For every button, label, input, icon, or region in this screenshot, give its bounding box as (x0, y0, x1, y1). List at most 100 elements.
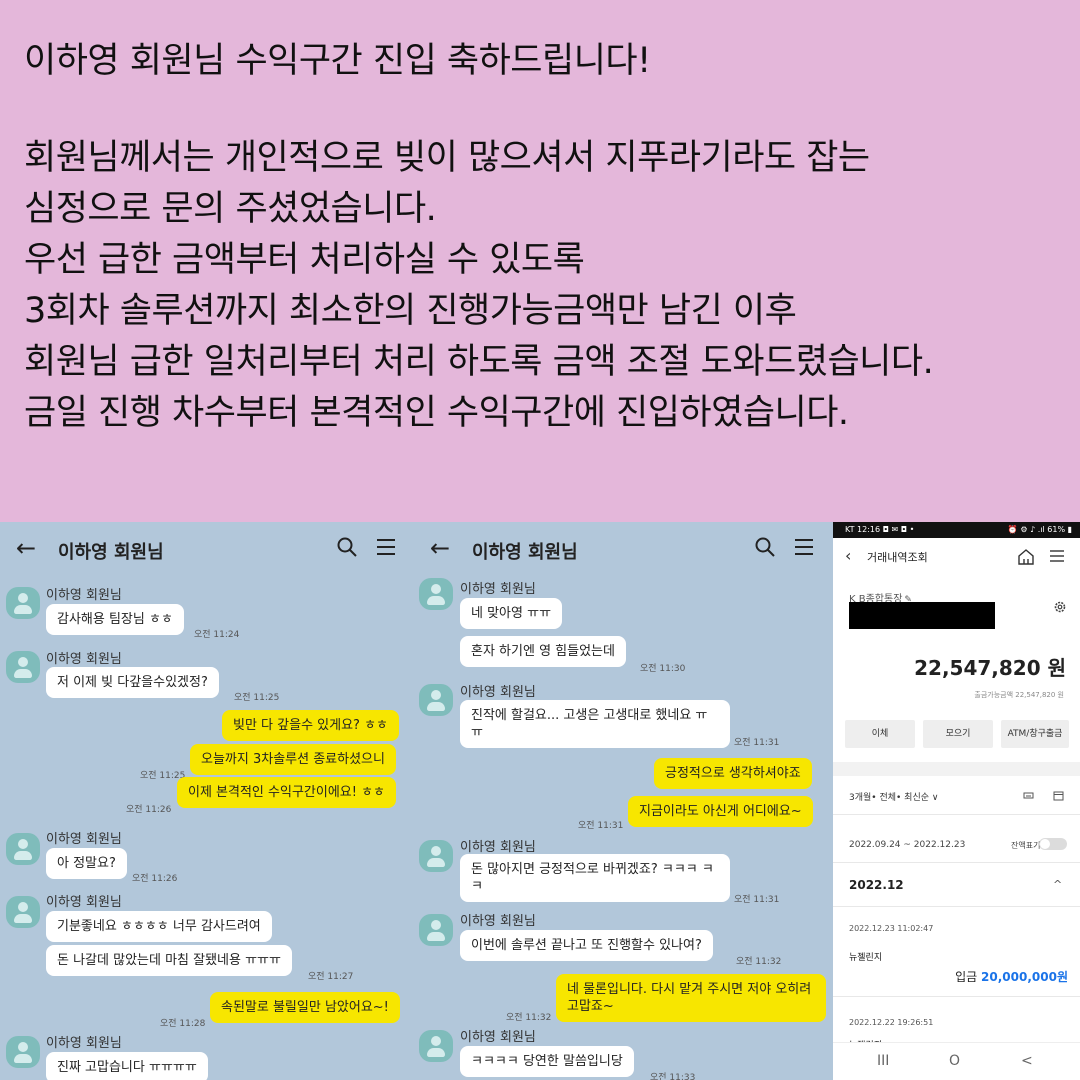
message-bubble-mine: 이제 본격적인 수익구간이에요! ㅎㅎ (177, 777, 397, 808)
sender-name: 이하영 회원님 (460, 582, 536, 597)
search-icon[interactable] (336, 536, 358, 558)
message-bubble-mine: 빚만 다 갚을수 있게요? ㅎㅎ (222, 710, 399, 741)
announcement-line: 회원님 급한 일처리부터 처리 하도록 금액 조절 도와드렸습니다. (24, 342, 934, 382)
calendar-icon[interactable] (1053, 790, 1064, 801)
message-time: 오전 11:31 (578, 821, 624, 831)
divider (833, 814, 1080, 815)
message-bubble: 진짜 고맙습니다 ㅠㅠㅠㅠ (46, 1052, 208, 1080)
message-time: 오전 11:26 (132, 874, 178, 884)
back-arrow-icon[interactable]: ← (16, 534, 36, 562)
chat-header: ← 이하영 회원님 (414, 522, 833, 578)
message-bubble: 진작에 할걸요... 고생은 고생대로 했네요 ㅠㅠ (460, 700, 730, 748)
sender-name: 이하영 회원님 (46, 1036, 122, 1051)
bank-nav-bar: ‹ 거래내역조회 (833, 538, 1080, 574)
message-bubble: ㅋㅋㅋㅋ 당연한 말씀입니당 (460, 1046, 634, 1077)
sender-name: 이하영 회원님 (460, 685, 536, 700)
message-time: 오전 11:24 (194, 630, 240, 640)
back-arrow-icon[interactable]: ← (430, 534, 450, 562)
status-left: KT 12:16 ◘ ✉ ◘ • (845, 525, 915, 534)
message-bubble-mine: 지금이라도 아신게 어디에요~ (628, 796, 813, 827)
account-actions: 이체 모으기 ATM/창구출금 (845, 720, 1069, 748)
page-title: 거래내역조회 (867, 551, 928, 564)
message-bubble-mine: 속된말로 불릴일만 남았어요~! (210, 992, 400, 1023)
sender-name: 이하영 회원님 (460, 1030, 536, 1045)
section-divider (833, 762, 1080, 776)
message-time: 오전 11:28 (160, 1019, 206, 1029)
account-balance: 22,547,820 원 (914, 656, 1066, 680)
message-bubble: 기분좋네요 ㅎㅎㅎㅎ 너무 감사드려여 (46, 911, 272, 942)
message-time: 오전 11:26 (126, 805, 172, 815)
message-bubble: 저 이제 빚 다갚을수있겠정? (46, 667, 219, 698)
redacted-account-number (849, 602, 995, 629)
message-bubble: 혼자 하기엔 영 힘들었는데 (460, 636, 626, 667)
collect-button[interactable]: 모으기 (923, 720, 993, 748)
avatar[interactable] (6, 1036, 40, 1068)
message-bubble: 돈 많아지면 긍정적으로 바뀌겠죠? ㅋㅋㅋ ㅋㅋ (460, 854, 730, 902)
avatar[interactable] (419, 684, 453, 716)
avatar[interactable] (419, 1030, 453, 1062)
message-time: 오전 11:32 (736, 957, 782, 967)
avatar[interactable] (419, 840, 453, 872)
back-button[interactable]: < (1021, 1053, 1033, 1069)
message-bubble: 이번에 솔루션 끝나고 또 진행할수 있나여? (460, 930, 713, 961)
month-header: 2022.12 (849, 878, 904, 892)
gear-icon[interactable] (1053, 600, 1067, 614)
avatar[interactable] (6, 896, 40, 928)
divider (833, 906, 1080, 907)
message-bubble-mine: 긍정적으로 생각하셔야죠 (654, 758, 812, 789)
transaction-type: 입금 (955, 970, 978, 984)
search-icon[interactable] (754, 536, 776, 558)
android-nav-bar: III O < (833, 1042, 1080, 1080)
message-time: 오전 11:25 (234, 693, 280, 703)
message-bubble-mine: 오늘까지 3차솔루션 종료하셨으니 (190, 744, 396, 775)
menu-icon[interactable] (794, 538, 814, 556)
avatar[interactable] (6, 833, 40, 865)
chevron-up-icon[interactable]: ^ (1053, 878, 1062, 891)
filter-dropdown[interactable]: 3개월• 전체• 최신순 ∨ (849, 790, 938, 803)
transaction-amount-value: 20,000,000원 (981, 970, 1068, 984)
avatar[interactable] (419, 578, 453, 610)
transaction-name: 뉴젤린지 (849, 953, 883, 963)
home-button[interactable]: O (949, 1053, 960, 1069)
message-time: 오전 11:32 (506, 1013, 552, 1023)
message-bubble: 감사해용 팀장님 ㅎㅎ (46, 604, 184, 635)
announcement-line: 금일 진행 차수부터 본격적인 수익구간에 진입하였습니다. (24, 393, 849, 433)
announcement-line: 3회차 솔루션까지 최소한의 진행가능금액만 남긴 이후 (24, 291, 797, 331)
chat-screenshot-middle: ← 이하영 회원님 이하영 회원님 네 맞아영 ㅠㅠ 혼자 하기엔 영 힘들었는… (414, 522, 833, 1080)
menu-icon[interactable] (1049, 549, 1065, 563)
message-list: 이하영 회원님 네 맞아영 ㅠㅠ 혼자 하기엔 영 힘들었는데 오전 11:30… (414, 578, 833, 1080)
chat-room-title: 이하영 회원님 (58, 542, 164, 563)
avatar[interactable] (419, 914, 453, 946)
chat-header: ← 이하영 회원님 (0, 522, 414, 578)
bank-app-screenshot: KT 12:16 ◘ ✉ ◘ • ⏰ ⚙ ♪ .ıl 61% ▮ ‹ 거래내역조… (833, 522, 1080, 1080)
message-bubble: 돈 나갈데 많았는데 마침 잘됐네용 ㅠㅠㅠ (46, 945, 292, 976)
date-range: 2022.09.24 ~ 2022.12.23 (849, 840, 966, 850)
sender-name: 이하영 회원님 (46, 895, 122, 910)
sender-name: 이하영 회원님 (46, 832, 122, 847)
chevron-left-icon[interactable]: ‹ (845, 546, 851, 565)
transaction-date: 2022.12.22 19:26:51 (849, 1018, 934, 1027)
avatar[interactable] (6, 587, 40, 619)
message-time: 오전 11:31 (734, 895, 780, 905)
print-icon[interactable] (1023, 790, 1034, 801)
atm-withdraw-button[interactable]: ATM/창구출금 (1001, 720, 1069, 748)
sender-name: 이하영 회원님 (460, 914, 536, 929)
announcement-header: 이하영 회원님 수익구간 진입 축하드립니다! 회원님께서는 개인적으로 빚이 … (0, 0, 1080, 522)
message-time: 오전 11:33 (650, 1073, 696, 1080)
sender-name: 이하영 회원님 (460, 840, 536, 855)
message-list: 이하영 회원님 감사해용 팀장님 ㅎㅎ 오전 11:24 이하영 회원님 저 이… (0, 578, 414, 1080)
divider (833, 862, 1080, 863)
message-bubble: 아 정말요? (46, 848, 127, 879)
announcement-body: 회원님께서는 개인적으로 빚이 많으셔서 지푸라기라도 잡는 심정으로 문의 주… (24, 133, 934, 439)
recent-apps-button[interactable]: III (877, 1053, 889, 1069)
message-bubble: 네 맞아영 ㅠㅠ (460, 598, 563, 629)
message-time: 오전 11:27 (308, 972, 354, 982)
home-icon[interactable] (1017, 548, 1035, 566)
transaction-amount: 입금 20,000,000원 (955, 968, 1068, 985)
avatar[interactable] (6, 651, 40, 683)
message-time: 오전 11:30 (640, 664, 686, 674)
balance-toggle[interactable] (1039, 838, 1067, 850)
transfer-button[interactable]: 이체 (845, 720, 915, 748)
message-bubble-mine: 네 물론입니다. 다시 맡겨 주시면 저야 오히려 고맙죠~ (556, 974, 826, 1022)
menu-icon[interactable] (376, 538, 396, 556)
